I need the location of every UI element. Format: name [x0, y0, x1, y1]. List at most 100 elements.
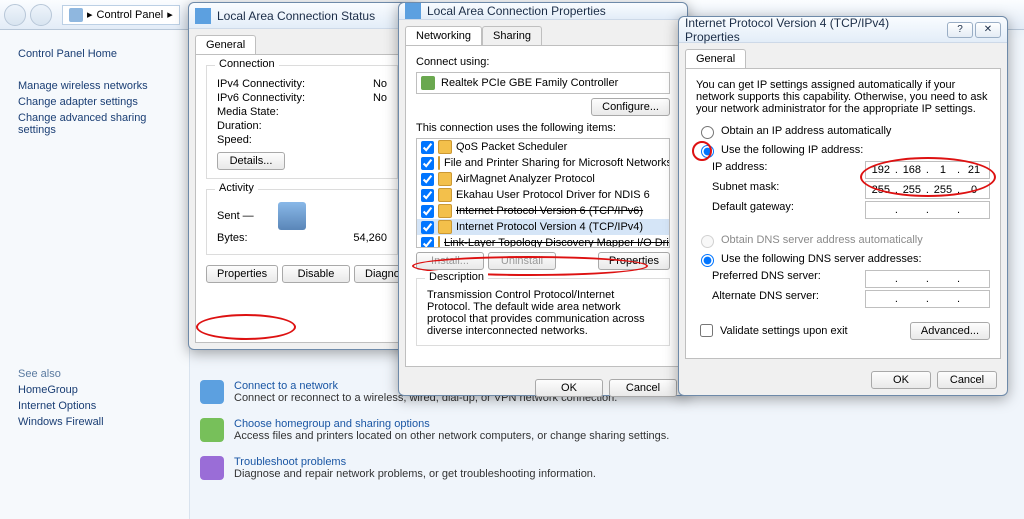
speed-label: Speed: — [217, 134, 252, 146]
task-troubleshoot[interactable]: Troubleshoot problemsDiagnose and repair… — [200, 456, 1014, 480]
item-ipv4-check[interactable] — [421, 221, 434, 234]
protocol-icon — [438, 156, 440, 170]
status-tabpage: Connection IPv4 Connectivity: No IPv6 Con… — [195, 54, 409, 343]
radio-auto-dns[interactable]: Obtain DNS server address automatically — [696, 232, 990, 248]
item-qos-check[interactable] — [421, 141, 434, 154]
see-also-header: See also — [18, 368, 175, 380]
group-connection: Connection — [215, 58, 279, 70]
breadcrumb-label[interactable]: Control Panel — [97, 9, 164, 21]
seealso-firewall[interactable]: Windows Firewall — [18, 416, 175, 428]
ipv4-titlebar[interactable]: Internet Protocol Version 4 (TCP/IPv4) P… — [679, 17, 1007, 43]
gw-input[interactable]: . . . — [865, 201, 990, 219]
protocol-icon — [438, 220, 452, 234]
close-button[interactable]: ✕ — [975, 22, 1001, 38]
back-button[interactable] — [4, 4, 26, 26]
bytes-value: 54,260 — [353, 232, 387, 244]
media-label: Media State: — [217, 106, 279, 118]
pdns-label: Preferred DNS server: — [712, 270, 821, 288]
computer-icon — [278, 202, 306, 230]
item-qos[interactable]: QoS Packet Scheduler — [417, 139, 669, 155]
ip-input[interactable]: . . . — [865, 161, 990, 179]
item-lltd-check[interactable] — [421, 237, 434, 249]
breadcrumb[interactable]: ▸ Control Panel ▸ — [62, 5, 180, 25]
protocol-icon — [438, 140, 452, 154]
properties-titlebar[interactable]: Local Area Connection Properties — [399, 3, 687, 20]
item-ipv6-check[interactable] — [421, 205, 434, 218]
tab-sharing[interactable]: Sharing — [482, 26, 542, 45]
network-icon — [200, 380, 224, 404]
protocol-icon — [438, 204, 452, 218]
ok-button[interactable]: OK — [535, 379, 603, 397]
ip-label: IP address: — [712, 161, 767, 179]
item-lltd[interactable]: Link-Layer Topology Discovery Mapper I/O… — [417, 235, 669, 248]
ipv6-label: IPv6 Connectivity: — [217, 92, 305, 104]
gw-label: Default gateway: — [712, 201, 794, 219]
radio-use-ip[interactable]: Use the following IP address: — [696, 142, 990, 158]
radio-use-dns[interactable]: Use the following DNS server addresses: — [696, 251, 990, 267]
ipv4-dialog: Internet Protocol Version 4 (TCP/IPv4) P… — [678, 16, 1008, 396]
troubleshoot-icon — [200, 456, 224, 480]
sidebar-link-adapter[interactable]: Change adapter settings — [18, 96, 175, 108]
sent-label: Sent — — [217, 210, 254, 222]
items-listbox[interactable]: QoS Packet Scheduler File and Printer Sh… — [416, 138, 670, 248]
sidebar-link-wireless[interactable]: Manage wireless networks — [18, 80, 175, 92]
uses-label: This connection uses the following items… — [416, 122, 670, 134]
item-ek-check[interactable] — [421, 189, 434, 202]
install-button[interactable]: Install... — [416, 252, 484, 270]
protocol-icon — [438, 188, 452, 202]
radio-auto-ip[interactable]: Obtain an IP address automatically — [696, 123, 990, 139]
details-button[interactable]: Details... — [217, 152, 285, 170]
adns-input[interactable]: . . . — [865, 290, 990, 308]
advanced-button[interactable]: Advanced... — [910, 322, 990, 340]
breadcrumb-icon — [69, 8, 83, 22]
homegroup-icon — [200, 418, 224, 442]
sidebar: Control Panel Home Manage wireless netwo… — [0, 30, 190, 519]
pdns-input[interactable]: . . . — [865, 270, 990, 288]
sidebar-home[interactable]: Control Panel Home — [18, 48, 175, 60]
item-fp-check[interactable] — [421, 157, 434, 170]
properties-title: Local Area Connection Properties — [427, 4, 606, 18]
mask-input[interactable]: . . . — [865, 181, 990, 199]
configure-button[interactable]: Configure... — [591, 98, 670, 116]
description-label: Description — [425, 271, 488, 283]
item-ipv6[interactable]: Internet Protocol Version 6 (TCP/IPv6) — [417, 203, 669, 219]
item-am-check[interactable] — [421, 173, 434, 186]
item-ekahau[interactable]: Ekahau User Protocol Driver for NDIS 6 — [417, 187, 669, 203]
ipv4-cancel-button[interactable]: Cancel — [937, 371, 997, 389]
item-ipv4[interactable]: Internet Protocol Version 4 (TCP/IPv4) — [417, 219, 669, 235]
status-title: Local Area Connection Status — [217, 9, 375, 23]
seealso-internet-options[interactable]: Internet Options — [18, 400, 175, 412]
bytes-label: Bytes: — [217, 232, 248, 244]
seealso-homegroup[interactable]: HomeGroup — [18, 384, 175, 396]
status-tab-general[interactable]: General — [195, 35, 256, 54]
help-button[interactable]: ? — [947, 22, 973, 38]
adapter-name: Realtek PCIe GBE Family Controller — [441, 77, 618, 89]
status-titlebar[interactable]: Local Area Connection Status — [189, 3, 415, 29]
tab-networking[interactable]: Networking — [405, 26, 482, 45]
item-properties-button[interactable]: Properties — [598, 252, 670, 270]
ipv4-intro: You can get IP settings assigned automat… — [696, 79, 990, 115]
sidebar-link-sharing[interactable]: Change advanced sharing settings — [18, 112, 175, 136]
item-file-printer[interactable]: File and Printer Sharing for Microsoft N… — [417, 155, 669, 171]
annotation-properties-circle — [196, 314, 296, 340]
ipv4-title: Internet Protocol Version 4 (TCP/IPv4) P… — [685, 16, 947, 44]
adns-label: Alternate DNS server: — [712, 290, 819, 308]
ipv4-tabpage: You can get IP settings assigned automat… — [685, 68, 1001, 359]
validate-checkbox[interactable]: Validate settings upon exit — [696, 321, 848, 340]
properties-button[interactable]: Properties — [206, 265, 278, 283]
group-activity: Activity — [215, 182, 258, 194]
disable-button[interactable]: Disable — [282, 265, 350, 283]
item-airmagnet[interactable]: AirMagnet Analyzer Protocol — [417, 171, 669, 187]
ipv4-label: IPv4 Connectivity: — [217, 78, 305, 90]
protocol-icon — [438, 172, 452, 186]
properties-tabpage: Connect using: Realtek PCIe GBE Family C… — [405, 45, 681, 367]
duration-label: Duration: — [217, 120, 262, 132]
uninstall-button[interactable]: Uninstall — [488, 252, 556, 270]
mask-label: Subnet mask: — [712, 181, 779, 199]
cancel-button[interactable]: Cancel — [609, 379, 677, 397]
ipv6-value: No — [373, 92, 387, 104]
ipv4-tab-general[interactable]: General — [685, 49, 746, 68]
forward-button[interactable] — [30, 4, 52, 26]
ipv4-ok-button[interactable]: OK — [871, 371, 931, 389]
task-homegroup[interactable]: Choose homegroup and sharing optionsAcce… — [200, 418, 1014, 442]
